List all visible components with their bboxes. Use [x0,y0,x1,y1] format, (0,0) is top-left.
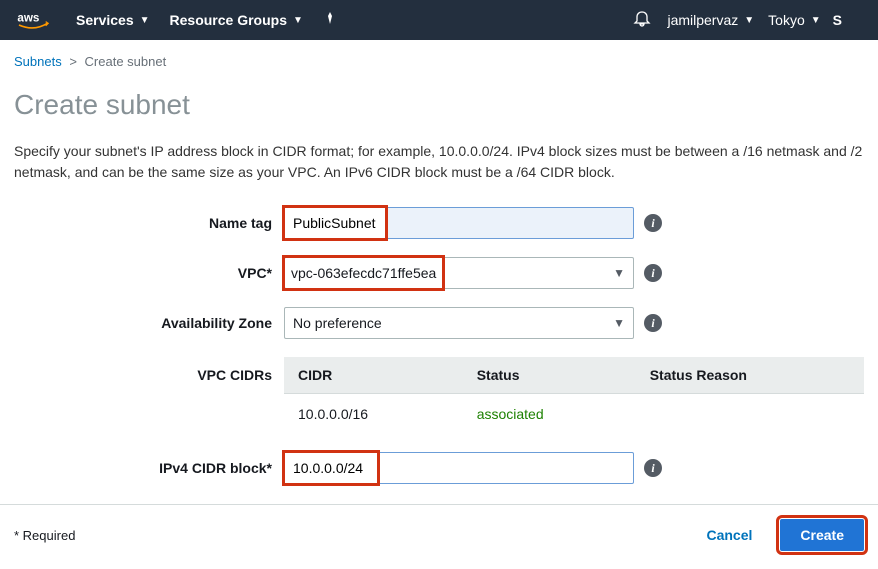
cancel-button[interactable]: Cancel [694,519,764,551]
info-icon[interactable]: i [644,459,662,477]
nav-services[interactable]: Services ▼ [76,12,150,28]
cidr-cell: 10.0.0.0/16 [284,394,463,435]
required-note: * Required [14,528,75,543]
form-row-ipv4-cidr: IPv4 CIDR block* i [14,452,864,484]
cidr-header: CIDR [284,357,463,394]
caret-down-icon: ▼ [613,316,625,330]
form-row-name-tag: Name tag i [14,207,864,239]
nav-support-label: S [833,12,842,28]
top-nav: aws Services ▼ Resource Groups ▼ jamilpe… [0,0,878,40]
aws-logo[interactable]: aws [16,10,52,30]
name-tag-label: Name tag [14,215,284,231]
nav-resource-groups-label: Resource Groups [170,12,287,28]
caret-down-icon: ▼ [613,266,625,280]
nav-services-label: Services [76,12,134,28]
nav-support[interactable]: S [833,12,842,28]
footer: * Required Cancel Create [0,519,878,565]
caret-down-icon: ▼ [140,15,150,26]
vpc-cidrs-table: CIDR Status Status Reason 10.0.0.0/16 as… [284,357,864,434]
breadcrumb-current: Create subnet [85,54,167,69]
status-reason-cell [636,394,864,435]
page-title: Create subnet [14,89,864,121]
form-row-vpc-cidrs: VPC CIDRs CIDR Status Status Reason 10.0… [14,357,864,434]
vpc-select[interactable]: vpc-063efecdc71ffe5ea ▼ [284,257,634,289]
vpc-cidrs-label: VPC CIDRs [14,357,284,383]
status-header: Status [463,357,636,394]
pin-icon[interactable] [323,11,337,30]
ipv4-cidr-input[interactable] [285,453,377,483]
table-row: 10.0.0.0/16 associated [284,394,864,435]
breadcrumb: Subnets > Create subnet [14,54,864,69]
vpc-label: VPC* [14,265,284,281]
breadcrumb-separator: > [69,54,77,69]
notifications-icon[interactable] [633,10,651,31]
breadcrumb-subnets-link[interactable]: Subnets [14,54,62,69]
form-row-vpc: VPC* vpc-063efecdc71ffe5ea ▼ i [14,257,864,289]
name-tag-input[interactable] [285,208,385,238]
vpc-select-value: vpc-063efecdc71ffe5ea [291,265,436,281]
caret-down-icon: ▼ [811,15,821,26]
az-select-value: No preference [293,315,382,331]
info-icon[interactable]: i [644,264,662,282]
create-button[interactable]: Create [780,519,864,551]
nav-user-label: jamilpervaz [667,12,738,28]
caret-down-icon: ▼ [293,15,303,26]
footer-separator [0,504,878,505]
info-icon[interactable]: i [644,314,662,332]
nav-region[interactable]: Tokyo ▼ [768,12,820,28]
nav-region-label: Tokyo [768,12,805,28]
page-description: Specify your subnet's IP address block i… [14,141,864,183]
az-select[interactable]: No preference ▼ [284,307,634,339]
status-cell: associated [463,394,636,435]
form-row-az: Availability Zone No preference ▼ i [14,307,864,339]
caret-down-icon: ▼ [744,15,754,26]
nav-user[interactable]: jamilpervaz ▼ [667,12,754,28]
nav-resource-groups[interactable]: Resource Groups ▼ [170,12,303,28]
az-label: Availability Zone [14,315,284,331]
info-icon[interactable]: i [644,214,662,232]
ipv4-cidr-label: IPv4 CIDR block* [14,460,284,476]
svg-text:aws: aws [17,12,39,25]
status-reason-header: Status Reason [636,357,864,394]
